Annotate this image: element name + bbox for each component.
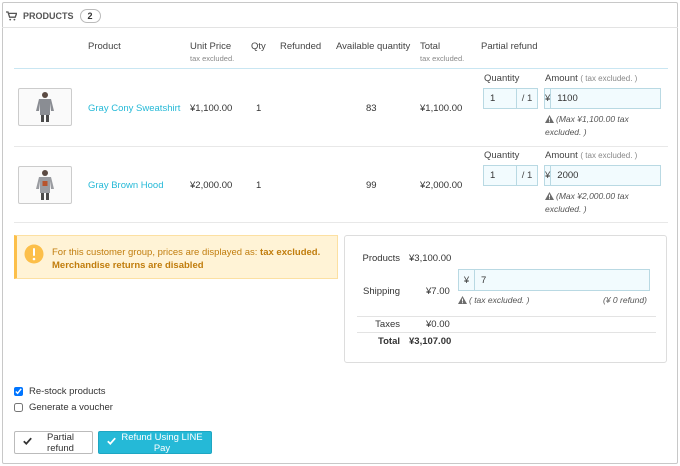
summary-total-label: Total (378, 336, 400, 347)
product-unit-price: ¥1,100.00 (190, 103, 233, 114)
sweatshirt-image (36, 92, 54, 122)
shipping-refund-input[interactable] (475, 270, 649, 290)
refund-quantity-field: / 1 (483, 88, 538, 109)
column-header-qty: Qty (251, 41, 266, 52)
panel-header: Products 2 (6, 6, 101, 26)
product-total: ¥2,000.00 (420, 180, 463, 191)
refund-amount-label: Amount ( tax excluded. ) (545, 73, 638, 84)
tax-display-alert: For this customer group, prices are disp… (14, 235, 338, 279)
summary-divider (357, 316, 656, 317)
summary-taxes-value: ¥0.00 (426, 319, 450, 330)
warning-icon (545, 191, 554, 203)
refund-quantity-max: / 1 (516, 166, 537, 185)
refund-line-pay-button-label: Refund Using LINE Pay (121, 431, 203, 454)
refund-amount-label: Amount ( tax excluded. ) (545, 150, 638, 161)
refund-amount-input[interactable] (551, 89, 680, 108)
summary-shipping-value: ¥7.00 (426, 286, 450, 297)
refund-amount-field: ¥ (544, 88, 680, 109)
summary-taxes-label: Taxes (375, 319, 400, 330)
row-divider (14, 146, 668, 147)
table-header-divider (14, 68, 668, 69)
summary-products-value: ¥3,100.00 (409, 253, 452, 264)
header-divider (2, 27, 678, 28)
product-total: ¥1,100.00 (420, 103, 463, 114)
generate-voucher-checkbox[interactable] (14, 403, 23, 412)
product-available: 99 (366, 180, 377, 191)
max-refund-note: (Max ¥1,100.00 tax excluded. ) (545, 114, 629, 137)
partial-refund-button-label: Partial refund (47, 431, 74, 454)
shipping-refund-note: (¥ 0 refund) (603, 295, 647, 305)
refund-quantity-field: / 1 (483, 165, 538, 186)
summary-divider (357, 332, 656, 333)
refund-amount-field: ¥ (544, 165, 680, 186)
refund-line-pay-button[interactable]: Refund Using LINE Pay (98, 431, 212, 454)
product-name-link[interactable]: Gray Brown Hood (88, 180, 164, 191)
refund-quantity-label: Quantity (484, 150, 520, 161)
column-header-partial-refund: Partial refund (481, 41, 538, 52)
shipping-refund-field: ¥ (458, 269, 650, 291)
row-divider (14, 222, 668, 223)
summary-total-value: ¥3,107.00 (409, 336, 452, 347)
alert-message: For this customer group, prices are disp… (52, 247, 321, 271)
column-header-total: Total tax excluded. (420, 41, 465, 63)
product-name-link[interactable]: Gray Cony Sweatshirt (88, 103, 180, 114)
summary-products-label: Products (362, 253, 401, 264)
column-header-product: Product (88, 41, 121, 52)
product-qty: 1 (256, 180, 262, 191)
product-qty: 1 (256, 103, 262, 114)
exclamation-circle-icon (24, 244, 44, 267)
product-unit-price: ¥2,000.00 (190, 180, 233, 191)
column-header-refunded: Refunded (280, 41, 322, 52)
check-icon (107, 437, 116, 448)
warning-icon (458, 296, 467, 306)
partial-refund-button[interactable]: Partial refund (14, 431, 93, 454)
unit-price-tax-note: tax excluded. (190, 54, 235, 63)
refund-amount-input[interactable] (551, 166, 680, 185)
product-available: 83 (366, 103, 377, 114)
currency-symbol: ¥ (459, 270, 475, 290)
restock-products-label: Re-stock products (29, 386, 106, 397)
panel-title: Products (23, 11, 74, 21)
column-header-available-quantity: Available quantity (336, 41, 411, 52)
refund-quantity-input[interactable] (484, 166, 516, 185)
generate-voucher-option[interactable]: Generate a voucher (14, 402, 113, 413)
column-header-unit-price: Unit Price tax excluded. (190, 41, 235, 63)
summary-shipping-label: Shipping (363, 286, 400, 297)
product-thumbnail[interactable] (18, 88, 72, 126)
total-tax-note: tax excluded. (420, 54, 465, 63)
product-count-badge: 2 (79, 9, 101, 23)
hood-image (36, 170, 54, 200)
shipping-tax-note: ( tax excluded. ) (458, 295, 529, 306)
shopping-cart-icon (6, 11, 17, 21)
refund-summary: Products ¥3,100.00 Shipping ¥7.00 ¥ ( ta… (344, 235, 667, 363)
refund-quantity-input[interactable] (484, 89, 516, 108)
generate-voucher-label: Generate a voucher (29, 402, 113, 413)
refund-quantity-max: / 1 (516, 89, 537, 108)
max-refund-note: (Max ¥2,000.00 tax excluded. ) (545, 191, 629, 214)
warning-icon (545, 114, 554, 126)
check-icon (23, 437, 32, 448)
restock-products-checkbox[interactable] (14, 387, 23, 396)
refund-quantity-label: Quantity (484, 73, 520, 84)
restock-products-option[interactable]: Re-stock products (14, 386, 106, 397)
product-thumbnail[interactable] (18, 166, 72, 204)
